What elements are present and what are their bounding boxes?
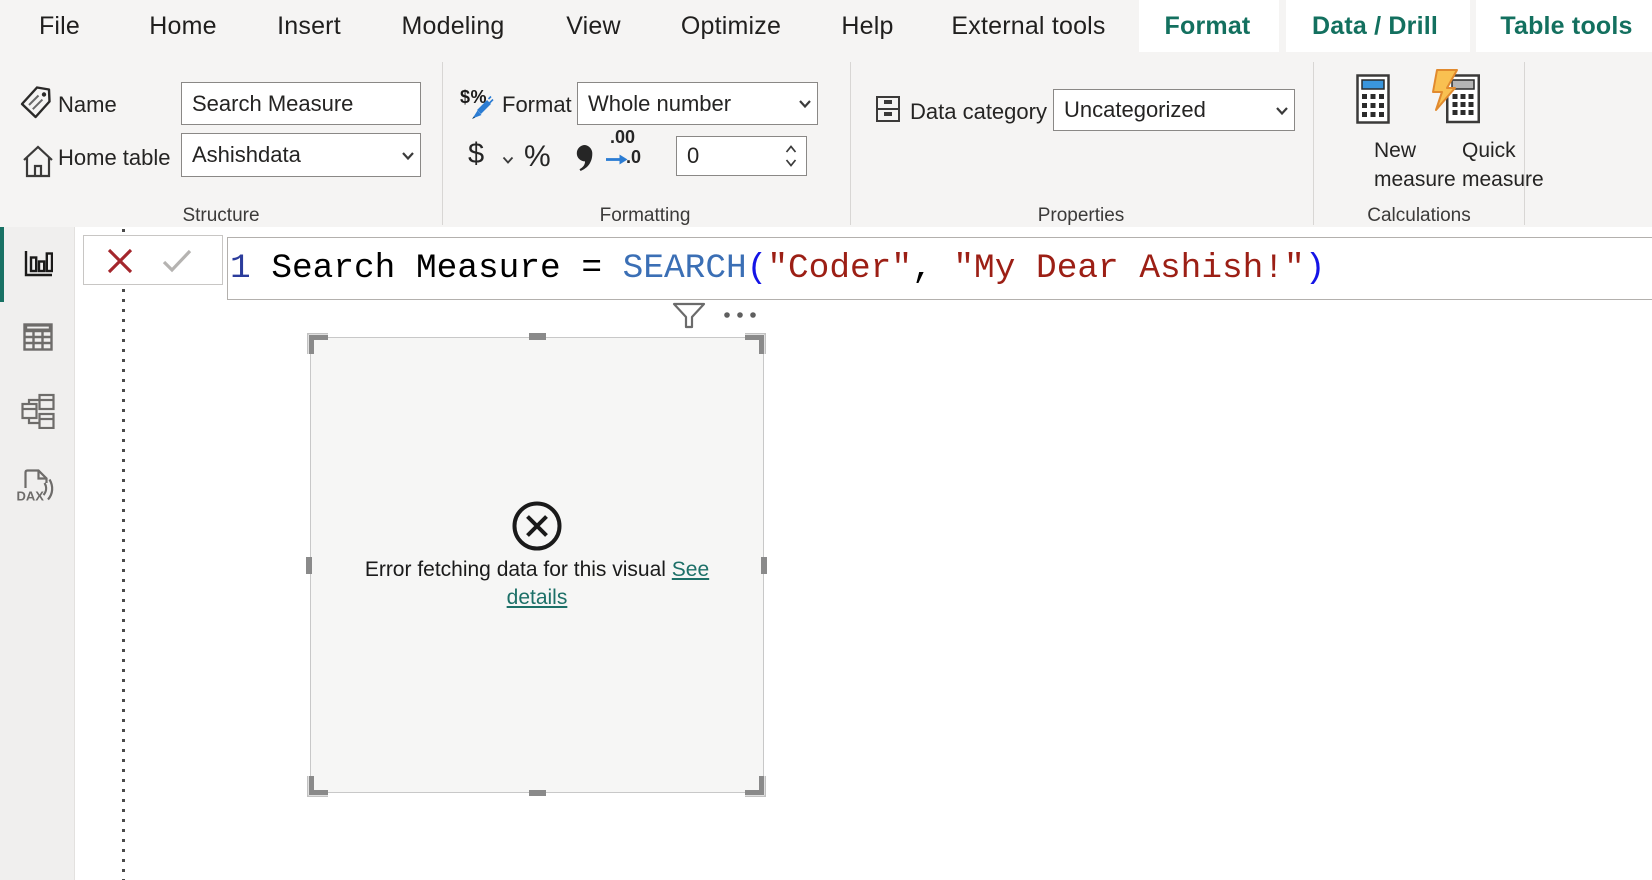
svg-text:DAX: DAX bbox=[17, 489, 45, 504]
